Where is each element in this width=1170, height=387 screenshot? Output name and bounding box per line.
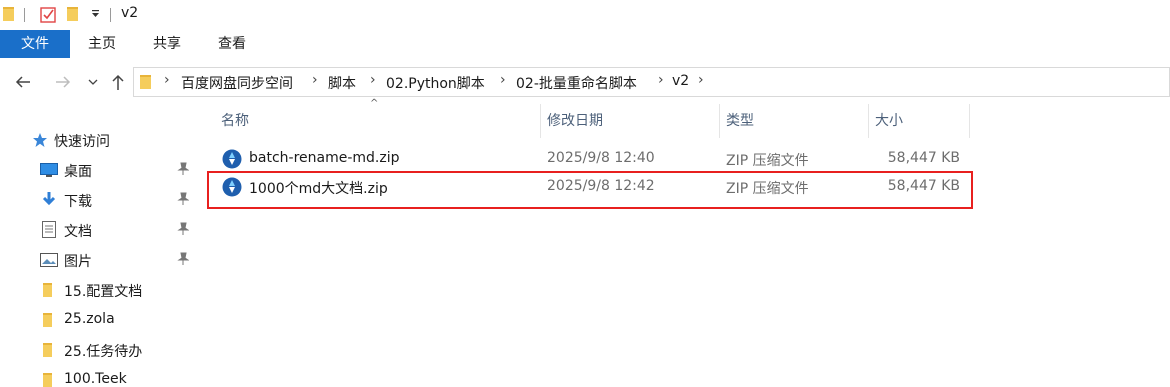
address-bar[interactable]: › 百度网盘同步空间 › 脚本 › 02.Python脚本 › 02-批量重命名… [133, 67, 1170, 97]
tab-view[interactable]: 查看 [205, 30, 259, 58]
window-title: v2 [121, 5, 139, 21]
folder-icon [140, 75, 151, 89]
sidebar-item-documents[interactable]: 文档 [0, 215, 205, 245]
file-name[interactable]: batch-rename-md.zip [249, 150, 400, 166]
folder-icon [43, 313, 52, 327]
sidebar-item-desktop[interactable]: 桌面 [0, 155, 205, 185]
sidebar-item-label: 文档 [64, 224, 92, 240]
chevron-right-icon[interactable]: › [500, 72, 506, 88]
properties-icon[interactable] [40, 6, 58, 24]
picture-icon [40, 253, 58, 267]
sidebar-item-label: 15.配置文档 [64, 284, 143, 300]
download-icon [42, 192, 56, 206]
chevron-right-icon[interactable]: › [370, 72, 376, 88]
tab-home[interactable]: 主页 [75, 30, 129, 58]
pin-icon[interactable] [177, 222, 189, 236]
ribbon-tabs: 文件 主页 共享 查看 [0, 30, 1170, 58]
sidebar-item-quick-access[interactable]: 快速访问 [0, 125, 205, 155]
column-header-name[interactable]: 名称 [215, 104, 540, 138]
navigation-bar: › 百度网盘同步空间 › 脚本 › 02.Python脚本 › 02-批量重命名… [0, 64, 1170, 100]
recent-locations-button[interactable] [84, 70, 102, 94]
folder-icon [3, 7, 14, 21]
pin-icon[interactable] [177, 162, 189, 176]
sidebar-item-folder[interactable]: 15.配置文档 [0, 275, 205, 305]
desktop-icon [40, 163, 58, 177]
chevron-right-icon[interactable]: › [658, 72, 664, 88]
file-row[interactable]: batch-rename-md.zip 2025/9/8 12:40 ZIP 压… [210, 145, 970, 173]
file-size: 58,447 KB [887, 150, 960, 166]
title-bar: v2 [0, 0, 1170, 30]
separator [24, 8, 25, 22]
file-modified: 2025/9/8 12:40 [547, 150, 655, 166]
breadcrumb-item[interactable]: 脚本 [328, 73, 356, 93]
sidebar-item-folder[interactable]: 25.任务待办 [0, 335, 205, 365]
sidebar-item-label: 25.任务待办 [64, 344, 143, 360]
sidebar-item-folder[interactable]: 25.zola [0, 305, 205, 335]
breadcrumb-item[interactable]: 02.Python脚本 [386, 73, 485, 93]
forward-button[interactable] [50, 70, 76, 94]
arrow-up-icon [112, 74, 124, 90]
sidebar-item-label: 桌面 [64, 164, 92, 180]
sidebar-item-pictures[interactable]: 图片 [0, 245, 205, 275]
sidebar-item-label: 快速访问 [54, 134, 110, 150]
sidebar-item-downloads[interactable]: 下载 [0, 185, 205, 215]
customize-toolbar-icon[interactable] [91, 9, 101, 19]
up-button[interactable] [106, 70, 130, 94]
separator [110, 8, 111, 22]
folder-icon [43, 283, 52, 297]
column-header-modified[interactable]: 修改日期 [541, 104, 719, 138]
chevron-right-icon[interactable]: › [164, 72, 170, 88]
star-icon [33, 133, 47, 147]
column-divider[interactable] [969, 104, 970, 138]
sidebar-item-label: 下载 [64, 194, 92, 210]
pin-icon[interactable] [177, 192, 189, 206]
sidebar-item-label: 100.Teek [64, 371, 127, 387]
chevron-right-icon[interactable]: › [312, 72, 318, 88]
sidebar-item-label: 25.zola [64, 311, 115, 327]
breadcrumb-item[interactable]: v2 [672, 73, 689, 89]
file-type: ZIP 压缩文件 [726, 153, 809, 169]
column-header-type[interactable]: 类型 [720, 104, 868, 138]
breadcrumb-item[interactable]: 百度网盘同步空间 [181, 73, 293, 93]
column-header-size[interactable]: 大小 [869, 104, 969, 138]
sidebar-item-folder[interactable]: 100.Teek [0, 365, 205, 387]
arrow-left-icon [15, 76, 30, 88]
document-icon [42, 221, 56, 238]
back-button[interactable] [10, 70, 36, 94]
folder-icon [43, 373, 52, 387]
chevron-right-icon[interactable]: › [698, 72, 704, 88]
folder-icon [43, 343, 52, 357]
arrow-right-icon [56, 76, 71, 88]
breadcrumb-item[interactable]: 02-批量重命名脚本 [516, 73, 637, 93]
chevron-down-icon [88, 79, 98, 85]
tab-share[interactable]: 共享 [140, 30, 194, 58]
highlight-box [207, 171, 973, 209]
navigation-pane: 快速访问 桌面 下载 文档 图片 15.配置文档 25.zola 25.任务待办… [0, 125, 205, 387]
zip-archive-icon [222, 149, 242, 169]
new-folder-icon[interactable] [67, 6, 79, 22]
pin-icon[interactable] [177, 252, 189, 266]
tab-file[interactable]: 文件 [0, 30, 70, 58]
sidebar-item-label: 图片 [64, 254, 92, 270]
